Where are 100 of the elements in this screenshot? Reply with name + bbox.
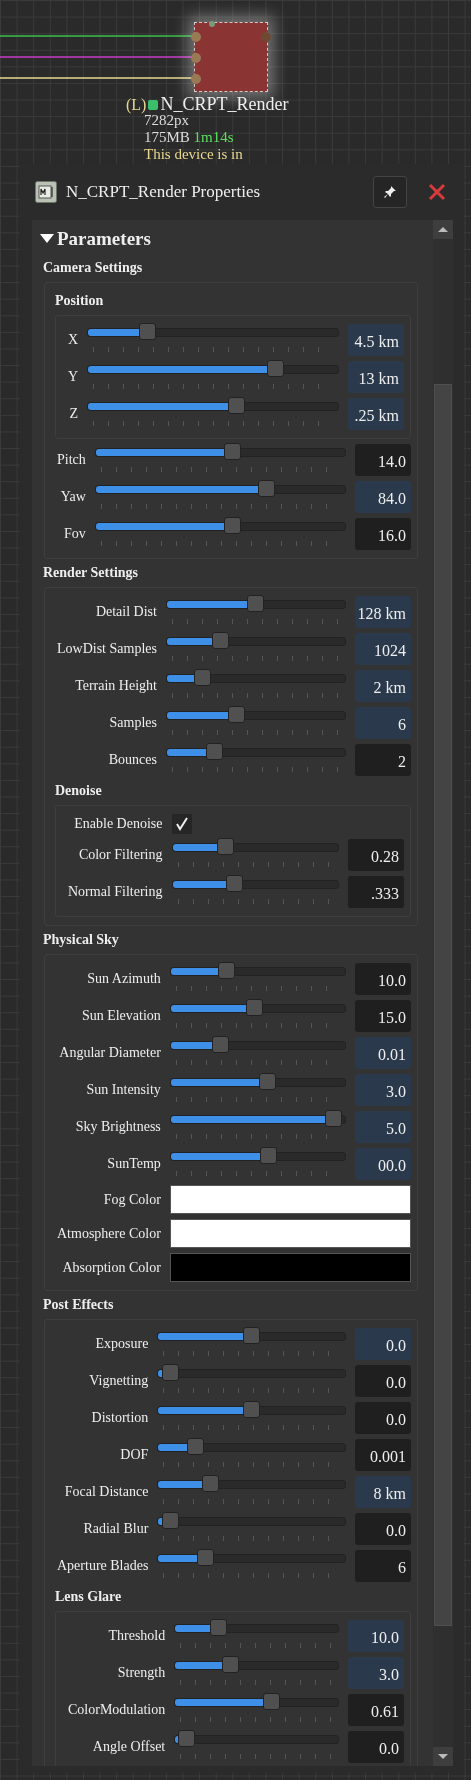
slider-thumb[interactable]: [228, 706, 246, 723]
value-field[interactable]: 0.0: [355, 1513, 411, 1546]
value-field[interactable]: 0.0: [355, 1402, 411, 1435]
value-field[interactable]: .25 km: [348, 398, 404, 430]
slider-thumb[interactable]: [225, 875, 243, 893]
scrollbar[interactable]: [433, 220, 453, 1766]
field-label: Detail Dist: [94, 604, 157, 620]
slider-thumb[interactable]: [243, 1327, 261, 1345]
module-icon: [35, 181, 57, 203]
slider-thumb[interactable]: [217, 838, 235, 856]
field-label: Sky Brightness: [74, 1119, 161, 1136]
value-field[interactable]: 8 km: [355, 1476, 411, 1509]
slider-thumb[interactable]: [194, 669, 212, 686]
color-swatch[interactable]: [169, 1185, 411, 1215]
field-label: Aperture Blades: [56, 1558, 149, 1575]
value-field[interactable]: 3.0: [348, 1657, 404, 1690]
field-label: Z: [68, 406, 79, 422]
color-swatch[interactable]: [169, 1253, 411, 1283]
slider-thumb[interactable]: [221, 1656, 239, 1674]
value-field[interactable]: 4.5 km: [348, 324, 404, 356]
field-label: Atmosphere Color: [56, 1225, 161, 1242]
value-field[interactable]: 6: [355, 1550, 411, 1583]
slider-thumb[interactable]: [223, 443, 241, 460]
field-label: Threshold: [107, 1628, 166, 1645]
slider-thumb[interactable]: [139, 323, 157, 340]
slider-thumb[interactable]: [227, 397, 245, 414]
slider-thumb[interactable]: [262, 1693, 280, 1711]
scroll-down-icon[interactable]: [433, 1747, 453, 1766]
value-field[interactable]: 14.0: [355, 444, 411, 476]
value-field[interactable]: 0.01: [355, 1037, 411, 1070]
slider-thumb[interactable]: [202, 1475, 220, 1493]
value-field[interactable]: 0.61: [348, 1694, 404, 1727]
caret-icon[interactable]: [40, 234, 54, 244]
checkbox[interactable]: [171, 814, 192, 835]
slider-thumb[interactable]: [211, 1036, 229, 1054]
render-node[interactable]: [194, 22, 268, 92]
slider-thumb[interactable]: [217, 962, 235, 980]
node-memory: 175MB: [144, 129, 190, 145]
field-label: ColorModulation: [67, 1702, 166, 1719]
slider-thumb[interactable]: [212, 632, 230, 649]
slider-thumb[interactable]: [243, 1401, 261, 1419]
slider-thumb[interactable]: [210, 1619, 228, 1637]
value-field[interactable]: 0.28: [348, 839, 404, 872]
value-field[interactable]: 0.0: [355, 1365, 411, 1398]
value-field[interactable]: 10.0: [355, 963, 411, 996]
field-label: Normal Filtering: [67, 884, 163, 901]
slider-thumb[interactable]: [258, 1073, 276, 1091]
slider-thumb[interactable]: [247, 595, 265, 612]
slider-thumb[interactable]: [197, 1549, 215, 1567]
value-field[interactable]: 00.0: [355, 1148, 411, 1181]
value-field[interactable]: 128 km: [355, 596, 411, 628]
slider-thumb[interactable]: [223, 517, 241, 534]
value-field[interactable]: 13 km: [348, 361, 404, 393]
section-title: Render Settings: [42, 564, 140, 582]
value-field[interactable]: 6: [355, 707, 411, 739]
field-label: Pitch: [56, 452, 86, 468]
value-field[interactable]: 2 km: [355, 670, 411, 702]
value-field[interactable]: .333: [348, 876, 404, 909]
section-title: Camera Settings: [42, 259, 144, 277]
value-field[interactable]: 3.0: [355, 1074, 411, 1107]
slider-thumb[interactable]: [161, 1364, 179, 1382]
value-field[interactable]: 1024: [355, 633, 411, 665]
parameters-heading[interactable]: Parameters: [57, 228, 151, 250]
field-label: Samples: [108, 715, 157, 731]
value-field[interactable]: 0.0: [348, 1731, 404, 1764]
checkbox-label: Enable Denoise: [73, 816, 163, 833]
slider-thumb[interactable]: [178, 1730, 196, 1748]
slider-thumb[interactable]: [324, 1110, 342, 1128]
slider-thumb[interactable]: [267, 360, 285, 377]
value-field[interactable]: 10.0: [348, 1620, 404, 1653]
slider-thumb[interactable]: [246, 999, 264, 1017]
node-resolution: 7282px: [144, 112, 189, 128]
value-field[interactable]: 0.0: [355, 1328, 411, 1361]
field-label: Color Filtering: [77, 847, 163, 864]
field-label: X: [67, 332, 79, 348]
pin-icon: [383, 185, 397, 199]
field-label: Y: [67, 369, 79, 385]
pin-button[interactable]: [373, 176, 407, 208]
scroll-up-icon[interactable]: [433, 220, 453, 239]
value-field[interactable]: 5.0: [355, 1111, 411, 1144]
value-field[interactable]: 15.0: [355, 1000, 411, 1033]
slider-thumb[interactable]: [205, 743, 223, 760]
value-field[interactable]: 84.0: [355, 481, 411, 513]
value-field[interactable]: 0.001: [355, 1439, 411, 1472]
group-title: Lens Glare: [54, 1588, 123, 1607]
field-label: Radial Blur: [82, 1521, 149, 1538]
field-label: Angle Offset: [91, 1739, 166, 1756]
field-label: Absorption Color: [61, 1259, 161, 1276]
slider-thumb[interactable]: [260, 1147, 278, 1165]
value-field[interactable]: 16.0: [355, 518, 411, 550]
field-label: Yaw: [59, 489, 86, 505]
value-field[interactable]: 2: [355, 744, 411, 776]
scroll-thumb[interactable]: [434, 384, 452, 1626]
slider-thumb[interactable]: [161, 1512, 179, 1530]
group-title: Denoise: [54, 782, 103, 800]
field-label: Angular Diameter: [58, 1045, 161, 1062]
slider-thumb[interactable]: [258, 480, 276, 497]
slider-thumb[interactable]: [187, 1438, 205, 1456]
field-label: LowDist Samples: [56, 641, 157, 657]
color-swatch[interactable]: [169, 1219, 411, 1249]
